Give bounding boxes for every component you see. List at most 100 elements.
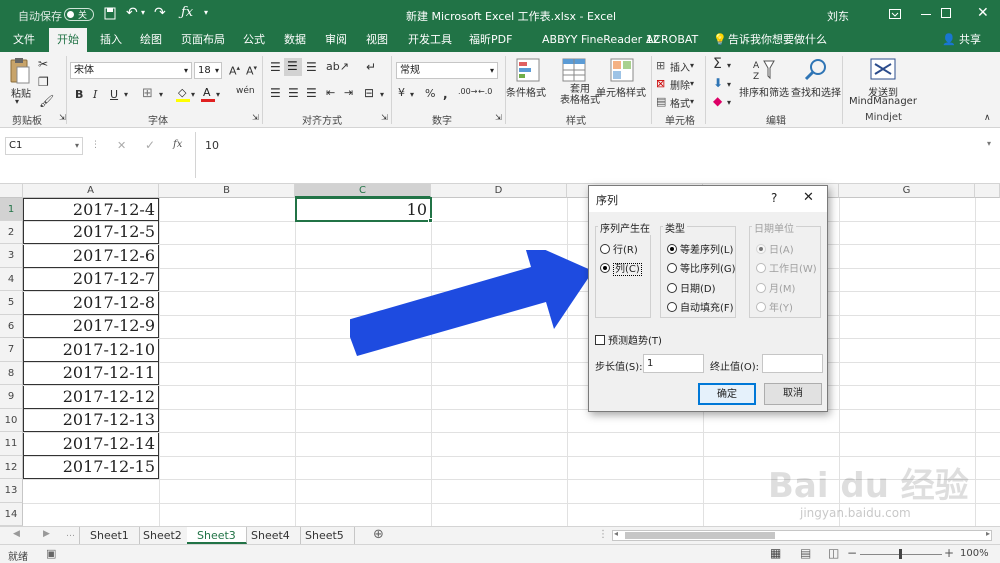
merge-dropdown-icon[interactable]: ▾ <box>380 90 384 99</box>
zoom-in-icon[interactable]: + <box>944 546 954 560</box>
zoom-out-icon[interactable]: − <box>847 546 857 560</box>
column-header-g[interactable]: G <box>839 184 975 198</box>
cell-a2[interactable]: 2017-12-5 <box>23 221 159 244</box>
row-header[interactable]: 3 <box>0 244 23 268</box>
align-left-icon[interactable]: ☰ <box>270 86 281 100</box>
copy-icon[interactable]: ❐ <box>38 75 49 89</box>
align-right-icon[interactable]: ☰ <box>306 86 317 100</box>
row-header[interactable]: 11 <box>0 432 23 456</box>
underline-icon[interactable]: U <box>110 88 118 101</box>
column-header-h[interactable] <box>975 184 1000 198</box>
radio-linear[interactable]: 等差序列(L) <box>667 241 733 256</box>
row-header[interactable]: 4 <box>0 268 23 291</box>
save-icon[interactable] <box>104 7 116 20</box>
paste-icon[interactable] <box>9 57 31 85</box>
cell-a5[interactable]: 2017-12-8 <box>23 292 159 315</box>
undo-icon[interactable]: ↶ <box>126 5 138 21</box>
cut-icon[interactable]: ✂ <box>38 57 48 71</box>
add-sheet-icon[interactable]: ⊕ <box>373 527 384 542</box>
cell-a6[interactable]: 2017-12-9 <box>23 315 159 338</box>
align-center-icon[interactable]: ☰ <box>288 86 299 100</box>
format-painter-icon[interactable]: 🖌 <box>39 94 54 108</box>
horizontal-scrollbar[interactable]: ◂ ▸ <box>612 529 992 541</box>
maximize-icon[interactable] <box>941 8 951 18</box>
tab-page-layout[interactable]: 页面布局 <box>181 28 225 52</box>
tab-home[interactable]: 开始 <box>49 28 87 52</box>
tab-foxit-pdf[interactable]: 福昕PDF <box>469 28 512 52</box>
cell-a11[interactable]: 2017-12-14 <box>23 433 159 456</box>
row-header[interactable]: 6 <box>0 315 23 338</box>
find-select-button[interactable]: 查找和选择 <box>791 84 841 99</box>
shrink-font-icon[interactable]: A▾ <box>246 64 257 78</box>
radio-rows[interactable]: 行(R) <box>600 241 638 256</box>
format-cells-button[interactable]: 格式 <box>670 95 690 110</box>
collapse-ribbon-icon[interactable]: ∧ <box>984 113 991 123</box>
conditional-format-button[interactable]: 条件格式 <box>506 84 546 99</box>
cell-styles-icon[interactable] <box>610 58 634 82</box>
fill-dropdown-icon[interactable]: ▾ <box>191 90 195 99</box>
sheet-tab-3[interactable]: Sheet3 <box>187 527 247 544</box>
stop-input[interactable] <box>762 354 823 373</box>
find-select-icon[interactable] <box>804 58 828 82</box>
customize-qat-icon[interactable]: ▾ <box>204 8 208 17</box>
column-header-c[interactable]: C <box>295 184 431 198</box>
align-middle-icon[interactable]: ☰ <box>284 58 302 76</box>
merge-center-icon[interactable]: ⊟ <box>364 86 374 100</box>
cancel-entry-icon[interactable]: ✕ <box>117 139 126 152</box>
row-header[interactable]: 12 <box>0 456 23 479</box>
scrollbar-thumb[interactable] <box>625 532 775 539</box>
tab-acrobat[interactable]: ACROBAT <box>646 28 698 52</box>
splitter-icon[interactable]: ⋮ <box>598 529 608 540</box>
user-name[interactable]: 刘东 <box>827 8 849 24</box>
fill-handle[interactable] <box>428 218 433 223</box>
help-button[interactable]: ? <box>771 191 777 205</box>
decrease-indent-icon[interactable]: ⇤ <box>326 86 335 99</box>
expand-formula-icon[interactable]: ▾ <box>987 139 991 148</box>
cell-c1[interactable]: 10 <box>295 197 432 222</box>
cell-a8[interactable]: 2017-12-11 <box>23 362 159 385</box>
dialog-close-icon[interactable]: ✕ <box>803 190 814 205</box>
fill-dropdown-icon[interactable]: ▾ <box>727 80 731 89</box>
scroll-right-arrow-icon[interactable]: ▸ <box>986 529 990 538</box>
format-as-table-button[interactable]: 套用 表格格式 <box>560 84 600 106</box>
delete-dropdown-icon[interactable]: ▾ <box>690 79 694 88</box>
delete-cells-button[interactable]: 删除 <box>670 77 690 92</box>
sheet-tab-5[interactable]: Sheet5 <box>295 527 355 544</box>
row-header[interactable]: 10 <box>0 409 23 432</box>
row-header[interactable]: 8 <box>0 362 23 385</box>
tab-developer[interactable]: 开发工具 <box>408 28 452 52</box>
radio-autofill[interactable]: 自动填充(F) <box>667 299 734 314</box>
select-all-corner[interactable] <box>0 184 23 198</box>
tab-data[interactable]: 数据 <box>284 28 306 52</box>
confirm-entry-icon[interactable]: ✓ <box>145 138 155 152</box>
column-header-d[interactable]: D <box>431 184 567 198</box>
conditional-format-icon[interactable] <box>516 58 540 82</box>
comma-style-icon[interactable]: , <box>443 87 448 101</box>
name-box[interactable]: C1 ▾ <box>5 137 83 155</box>
clear-icon[interactable]: ◆ <box>713 94 722 108</box>
cancel-button[interactable]: 取消 <box>764 383 822 405</box>
number-launcher-icon[interactable]: ⇲ <box>495 113 502 122</box>
cell-a4[interactable]: 2017-12-7 <box>23 268 159 291</box>
row-header[interactable]: 5 <box>0 291 23 315</box>
tab-review[interactable]: 审阅 <box>325 28 347 52</box>
scroll-left-icon[interactable]: ◀ <box>13 529 20 539</box>
underline-dropdown-icon[interactable]: ▾ <box>124 90 128 99</box>
font-size-select[interactable]: 18 ▾ <box>194 62 222 79</box>
alignment-launcher-icon[interactable]: ⇲ <box>381 113 388 122</box>
format-dropdown-icon[interactable]: ▾ <box>690 97 694 106</box>
paste-button[interactable]: 粘贴 <box>11 85 31 100</box>
radio-columns[interactable]: 列(C) <box>600 260 642 276</box>
cell-styles-button[interactable]: 单元格样式 <box>596 84 646 99</box>
mindmanager-icon[interactable] <box>870 57 896 81</box>
row-header[interactable]: 7 <box>0 338 23 362</box>
clipboard-launcher-icon[interactable]: ⇲ <box>59 113 66 122</box>
sort-filter-button[interactable]: 排序和筛选 <box>739 84 789 99</box>
align-top-icon[interactable]: ☰ <box>270 60 281 74</box>
tab-abbyy[interactable]: ABBYY FineReader 12 <box>542 28 660 52</box>
number-format-select[interactable]: 常规 ▾ <box>396 62 498 79</box>
cell-a12[interactable]: 2017-12-15 <box>23 456 159 479</box>
font-color-icon[interactable]: A <box>201 86 215 102</box>
row-header[interactable]: 14 <box>0 503 23 526</box>
ribbon-display-icon[interactable] <box>889 9 901 19</box>
